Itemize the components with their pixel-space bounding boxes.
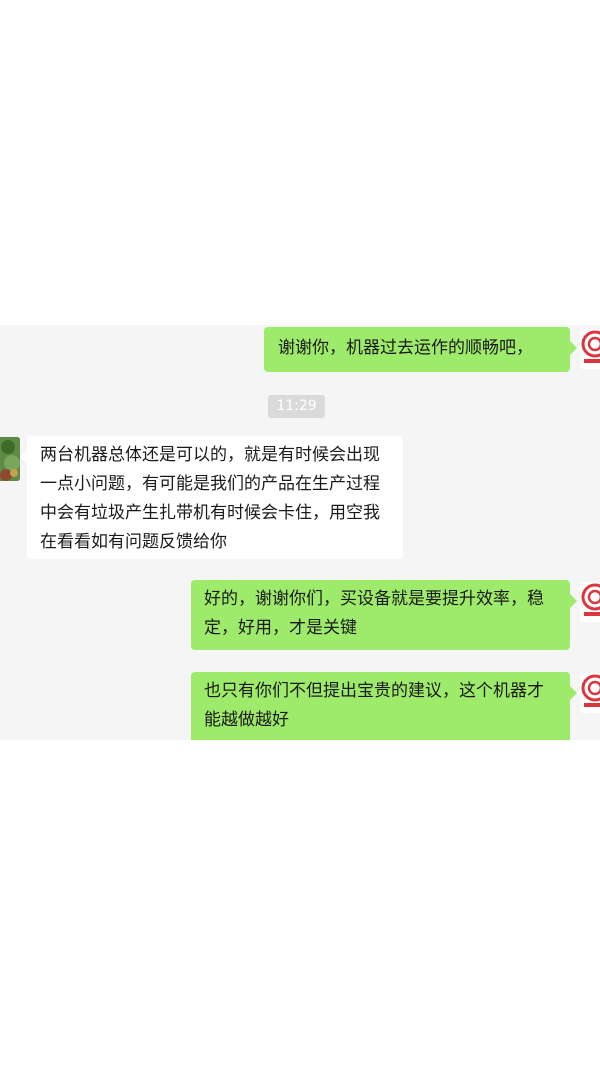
message-text: 也只有你们不但提出宝贵的建议，这个机器才能越做越好 [204, 681, 544, 730]
message-bubble-self[interactable]: 好的，谢谢你们，买设备就是要提升效率，稳定，好用，才是关键 [191, 580, 577, 650]
chat-panel[interactable]: 谢谢你，机器过去运作的顺畅吧， 11:29 两台机器总体还是可以的，就是有时候会… [0, 325, 600, 740]
timestamp-badge: 11:29 [268, 395, 325, 418]
message-bubble-other[interactable]: 两台机器总体还是可以的，就是有时候会出现一点小问题，有可能是我们的产品在生产过程… [20, 436, 403, 559]
other-avatar[interactable] [0, 437, 20, 481]
self-avatar[interactable] [580, 582, 600, 622]
message-text: 好的，谢谢你们，买设备就是要提升效率，稳定，好用，才是关键 [204, 589, 544, 638]
message-bubble-self[interactable]: 谢谢你，机器过去运作的顺畅吧， [264, 327, 577, 372]
company-logo-avatar-icon [580, 673, 600, 713]
message-bubble-self[interactable]: 也只有你们不但提出宝贵的建议，这个机器才能越做越好 [191, 672, 577, 740]
message-text: 两台机器总体还是可以的，就是有时候会出现一点小问题，有可能是我们的产品在生产过程… [40, 445, 380, 552]
plant-photo-avatar-icon [0, 437, 20, 481]
self-avatar[interactable] [580, 329, 600, 369]
company-logo-avatar-icon [580, 582, 600, 622]
self-avatar[interactable] [580, 673, 600, 713]
screenshot-stage: 谢谢你，机器过去运作的顺畅吧， 11:29 两台机器总体还是可以的，就是有时候会… [0, 0, 600, 1065]
company-logo-avatar-icon [580, 329, 600, 369]
message-text: 谢谢你，机器过去运作的顺畅吧， [278, 338, 533, 358]
